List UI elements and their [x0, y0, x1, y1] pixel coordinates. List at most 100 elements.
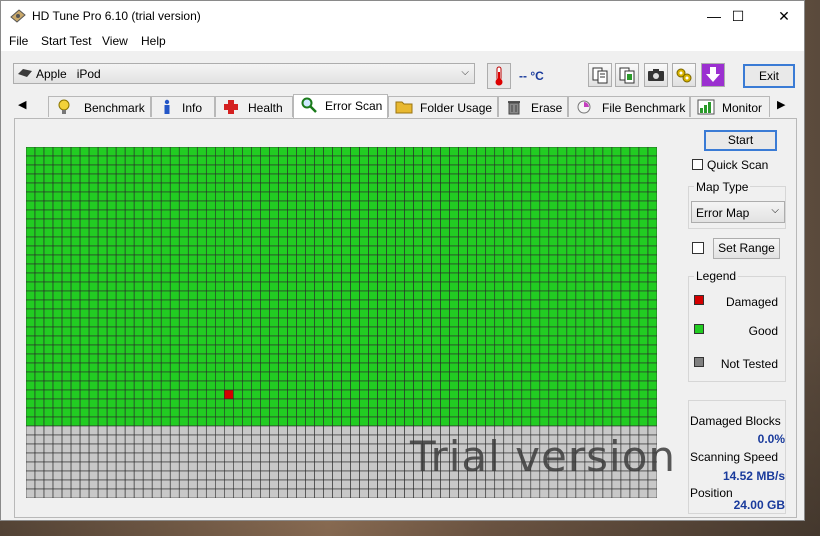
block-good — [422, 164, 432, 175]
block-good — [404, 344, 414, 355]
block-good — [133, 227, 144, 238]
block-good — [106, 335, 117, 346]
block-good — [151, 416, 162, 427]
block-good — [530, 344, 541, 355]
block-good — [260, 362, 270, 373]
set-range-button[interactable]: Set Range — [713, 238, 780, 259]
block-good — [359, 200, 369, 211]
block-good — [440, 191, 450, 202]
block-good — [124, 407, 135, 418]
tab-file-benchmark[interactable]: File Benchmark — [568, 96, 690, 117]
block-good — [151, 147, 162, 157]
block-good — [350, 155, 360, 166]
maximize-button[interactable]: ☐ — [715, 1, 761, 31]
copy-all-button[interactable] — [615, 63, 639, 87]
block-good — [386, 245, 396, 256]
block-good — [557, 308, 568, 319]
set-range-checkbox[interactable] — [692, 242, 704, 254]
block-good — [187, 353, 198, 364]
block-good — [323, 290, 333, 301]
block-good — [106, 209, 117, 220]
block-not-tested — [242, 443, 252, 454]
block-good — [593, 227, 604, 238]
block-good — [305, 371, 315, 382]
block-not-tested — [79, 434, 90, 445]
exit-button[interactable]: Exit — [743, 64, 795, 88]
block-good — [278, 371, 288, 382]
block-good — [278, 290, 288, 301]
block-not-tested — [196, 443, 207, 454]
copy-info-button[interactable] — [588, 63, 612, 87]
block-good — [215, 218, 225, 229]
block-good — [79, 317, 90, 328]
block-good — [557, 218, 568, 229]
tab-erase[interactable]: Erase — [498, 96, 568, 117]
options-button[interactable] — [672, 63, 696, 87]
block-good — [224, 263, 234, 274]
block-good — [512, 236, 523, 247]
block-not-tested — [449, 488, 459, 498]
block-not-tested — [278, 479, 288, 490]
block-good — [449, 380, 459, 391]
block-good — [440, 209, 450, 220]
menu-start-test[interactable]: Start Test — [41, 34, 91, 48]
block-good — [115, 389, 126, 400]
tab-scroll-right-icon[interactable]: ▶ — [777, 98, 785, 111]
temperature-button[interactable] — [487, 63, 511, 89]
quick-scan-checkbox[interactable] — [692, 159, 703, 170]
block-good — [638, 389, 649, 400]
tab-health[interactable]: Health — [215, 96, 293, 117]
block-good — [422, 281, 432, 292]
block-good — [242, 209, 252, 220]
block-good — [386, 236, 396, 247]
screenshot-button[interactable] — [644, 63, 668, 87]
tab-monitor[interactable]: Monitor — [690, 96, 770, 117]
block-good — [215, 236, 225, 247]
block-good — [422, 272, 432, 283]
block-good — [142, 353, 153, 364]
block-not-tested — [34, 461, 45, 472]
map-type-select[interactable]: Error Map ⌵ — [691, 201, 785, 223]
block-good — [332, 335, 342, 346]
tab-folder-usage[interactable]: Folder Usage — [388, 96, 498, 117]
block-good — [43, 344, 54, 355]
block-good — [70, 147, 81, 157]
block-good — [638, 200, 649, 211]
block-good — [242, 155, 252, 166]
block-good — [26, 335, 36, 346]
block-good — [548, 344, 559, 355]
block-good — [512, 416, 523, 427]
block-good — [34, 308, 45, 319]
start-button[interactable]: Start — [704, 130, 777, 151]
tab-benchmark[interactable]: Benchmark — [48, 96, 151, 117]
block-good — [602, 353, 613, 364]
close-button[interactable]: ✕ — [761, 1, 807, 31]
block-not-tested — [602, 488, 613, 498]
block-good — [242, 263, 252, 274]
block-good — [476, 290, 487, 301]
block-good — [142, 147, 153, 157]
position-label: Position — [690, 486, 733, 500]
tab-scroll-left-icon[interactable]: ◀ — [18, 98, 26, 111]
block-good — [467, 299, 478, 310]
block-good — [88, 371, 99, 382]
save-button[interactable] — [701, 63, 725, 87]
block-not-tested — [133, 461, 144, 472]
block-good — [314, 272, 324, 283]
block-good — [323, 281, 333, 292]
block-good — [350, 254, 360, 265]
block-good — [260, 164, 270, 175]
menu-view[interactable]: View — [102, 34, 128, 48]
drive-select[interactable]: Apple iPod ⌵ — [13, 63, 475, 84]
block-good — [350, 326, 360, 337]
block-good — [620, 182, 631, 193]
tab-error-scan[interactable]: Error Scan — [293, 94, 388, 118]
menu-help[interactable]: Help — [141, 34, 166, 48]
tab-info[interactable]: Info — [151, 96, 215, 117]
block-not-tested — [359, 452, 369, 463]
block-good — [584, 317, 595, 328]
block-good — [187, 164, 198, 175]
block-good — [476, 299, 487, 310]
block-good — [124, 380, 135, 391]
menu-file[interactable]: File — [9, 34, 28, 48]
